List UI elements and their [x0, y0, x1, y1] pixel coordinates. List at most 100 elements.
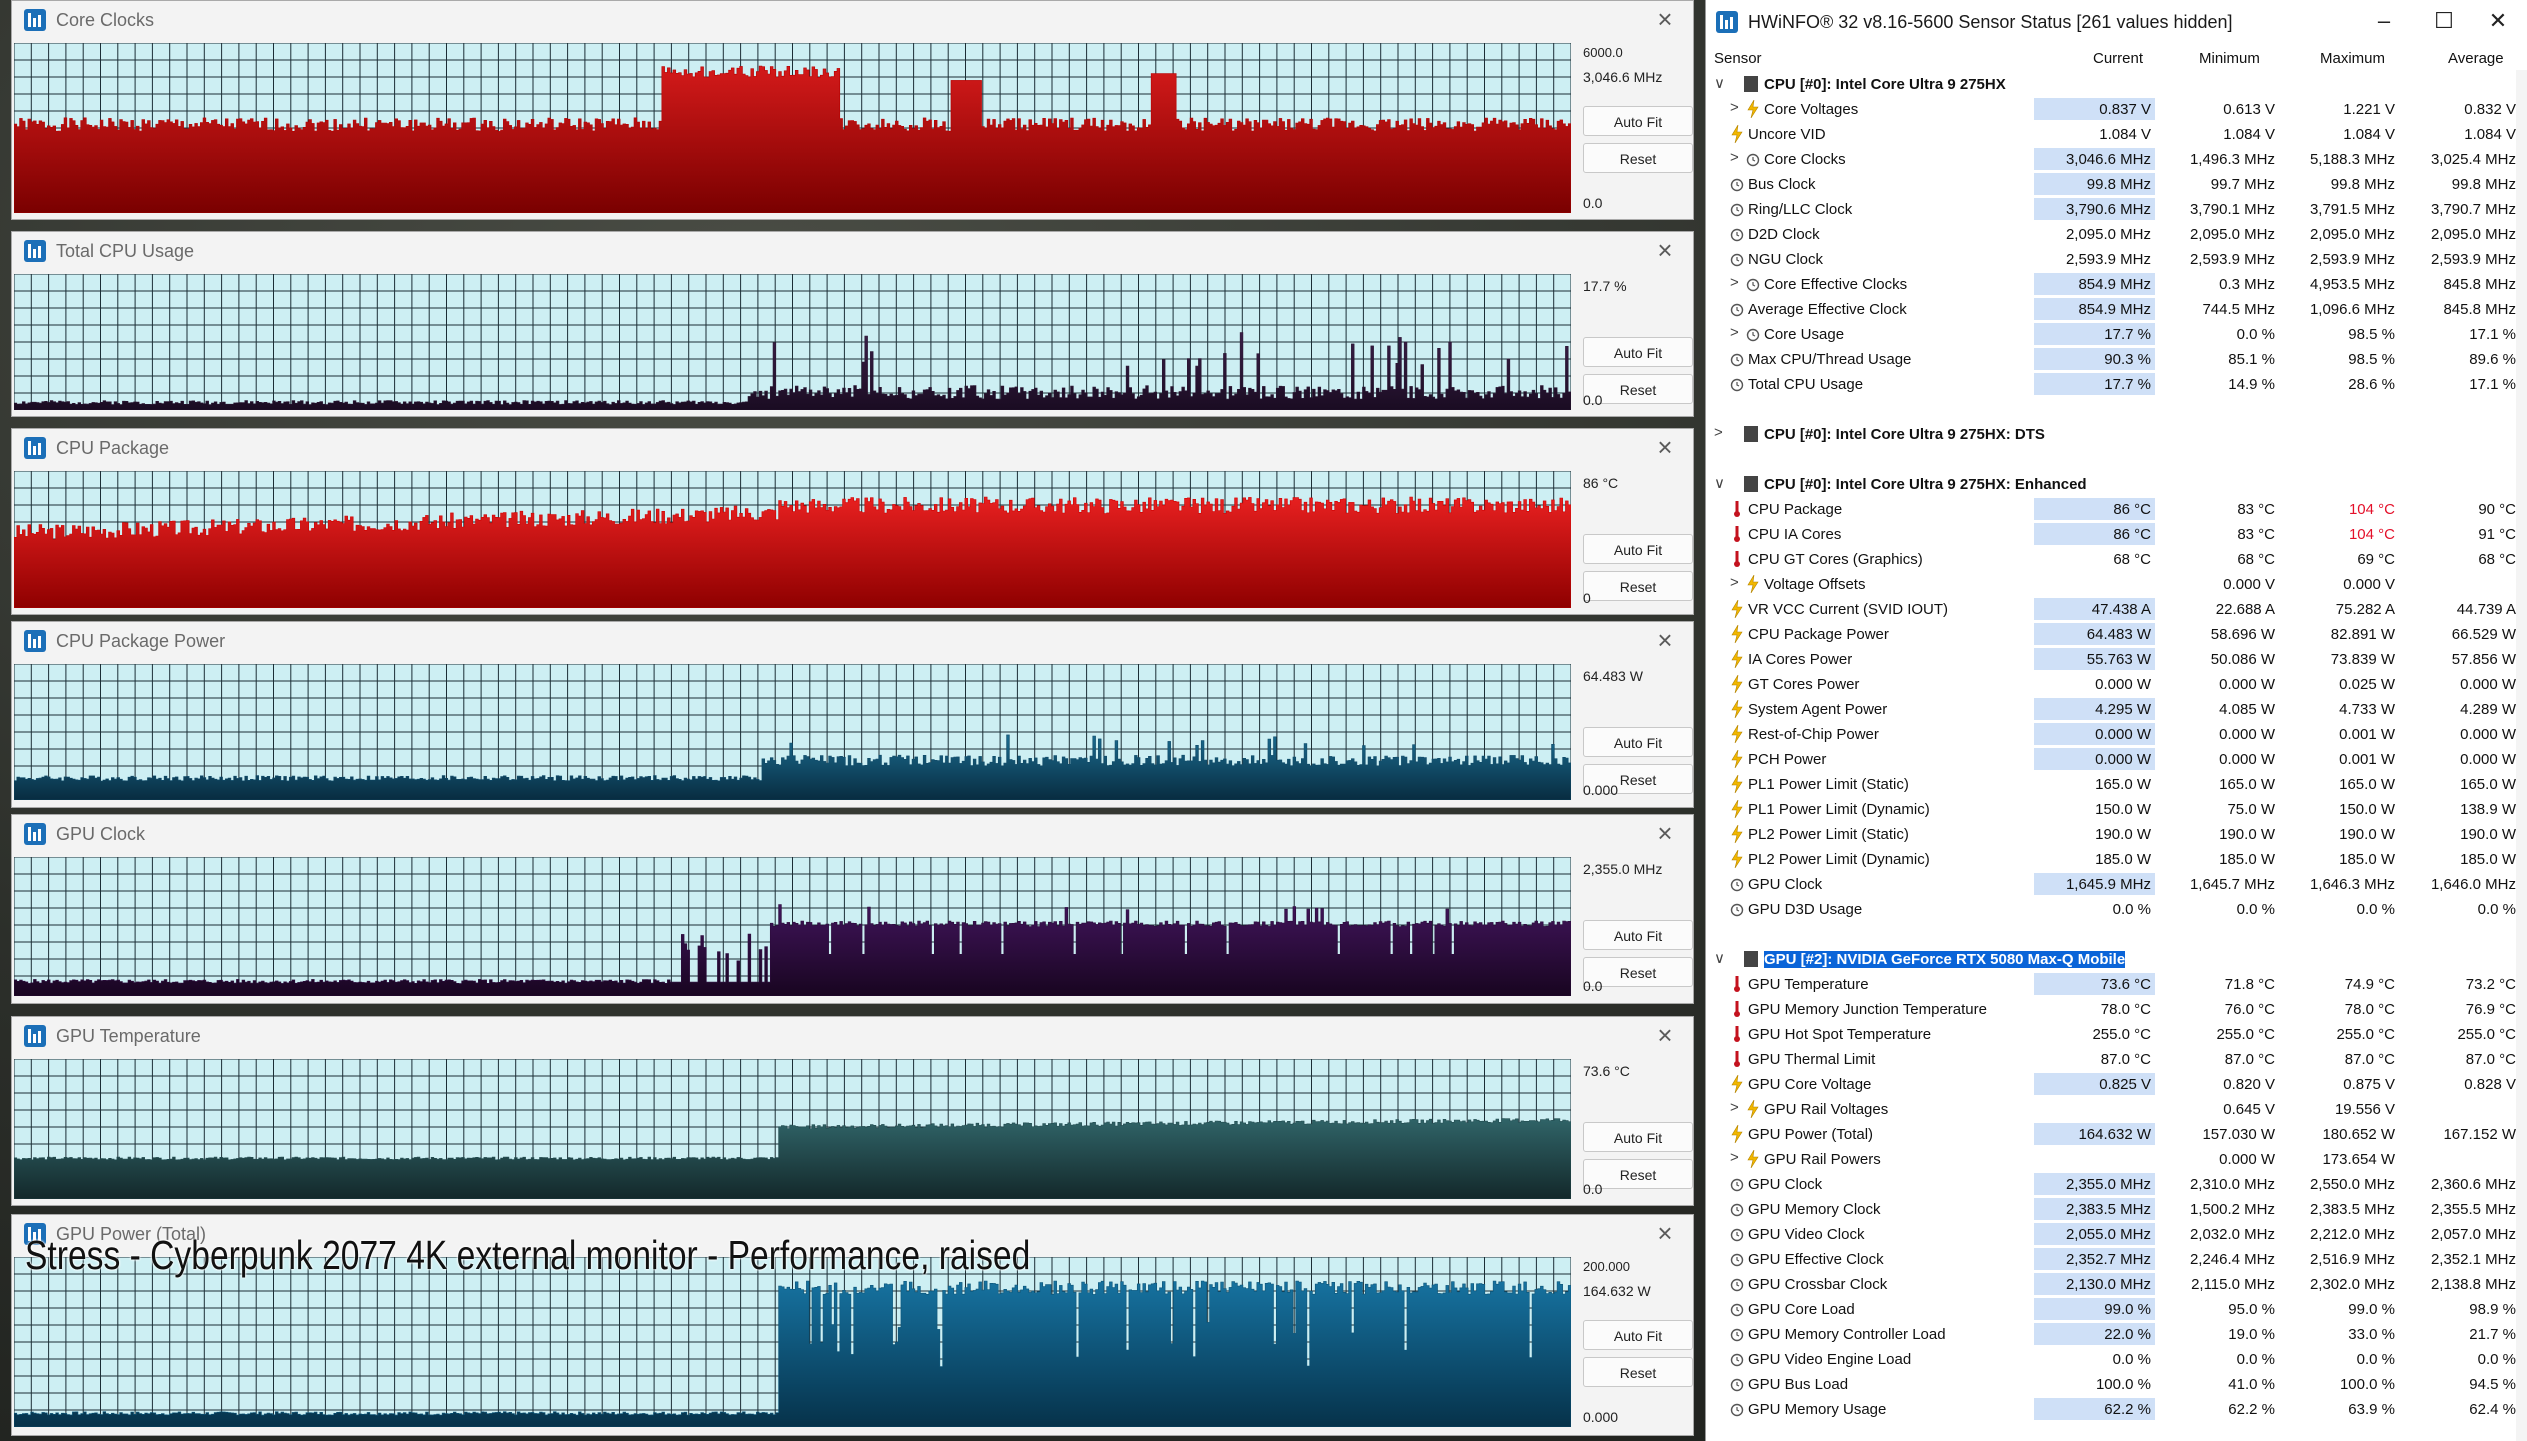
column-header-sensor[interactable]: Sensor — [1714, 50, 1762, 67]
graph-titlebar[interactable]: GPU Temperature × — [12, 1017, 1693, 1055]
sensor-row[interactable]: Bus Clock 99.8 MHz 99.7 MHz 99.8 MHz 99.8 MH… — [1706, 172, 2527, 197]
sensor-row[interactable]: GPU Memory Junction Temperature 78.0 °C 76… — [1706, 997, 2527, 1022]
sensor-row[interactable]: GPU Memory Controller Load 22.0 % 19.0 % 33… — [1706, 1322, 2527, 1347]
chevron-down-icon[interactable]: ∨ — [1714, 949, 1725, 967]
chevron-right-icon[interactable]: > — [1730, 324, 1739, 341]
sensor-row[interactable]: CPU Package Power 64.483 W 58.696 W 82.891 … — [1706, 622, 2527, 647]
sensor-row[interactable]: Max CPU/Thread Usage 90.3 % 85.1 % 98.5 % 89… — [1706, 347, 2527, 372]
sensor-row[interactable]: > GPU Rail Voltages 0.645 V 19.556 V — [1706, 1097, 2527, 1122]
close-icon[interactable]: × — [1651, 5, 1679, 33]
column-header-minimum[interactable]: Minimum — [2199, 50, 2260, 67]
chevron-right-icon[interactable]: > — [1730, 1149, 1739, 1166]
sensor-row[interactable]: > Core Effective Clocks 854.9 MHz 0.3 MHz 4,… — [1706, 272, 2527, 297]
sensor-row[interactable]: PL1 Power Limit (Static) 165.0 W 165.0 W 16… — [1706, 772, 2527, 797]
chevron-right-icon[interactable]: > — [1730, 1099, 1739, 1116]
sensor-row[interactable]: Uncore VID 1.084 V 1.084 V 1.084 V 1.084 V — [1706, 122, 2527, 147]
sensor-row[interactable]: PL2 Power Limit (Static) 190.0 W 190.0 W 19… — [1706, 822, 2527, 847]
close-icon[interactable]: × — [1651, 236, 1679, 264]
sensor-row[interactable]: > GPU Rail Powers 0.000 W 173.654 W — [1706, 1147, 2527, 1172]
sensor-row[interactable]: > Core Voltages 0.837 V 0.613 V 1.221 V 0.832… — [1706, 97, 2527, 122]
auto-fit-button[interactable]: Auto Fit — [1583, 337, 1693, 367]
average-value: 87.0 °C — [2465, 1051, 2516, 1068]
graph-titlebar[interactable]: GPU Clock × — [12, 815, 1693, 853]
sensor-row[interactable]: CPU GT Cores (Graphics) 68 °C 68 °C 69 °C 68… — [1706, 547, 2527, 572]
graph-titlebar[interactable]: Core Clocks × — [12, 1, 1693, 39]
current-value: 2,355.0 MHz — [2065, 1176, 2151, 1193]
sensor-row[interactable]: GPU Power (Total) 164.632 W 157.030 W 180.6… — [1706, 1122, 2527, 1147]
sensor-row[interactable]: PCH Power 0.000 W 0.000 W 0.001 W 0.000 W — [1706, 747, 2527, 772]
sensor-row[interactable]: GPU Thermal Limit 87.0 °C 87.0 °C 87.0 °C 87… — [1706, 1047, 2527, 1072]
sensor-group-header[interactable]: ∨ CPU [#0]: Intel Core Ultra 9 275HX — [1706, 72, 2527, 97]
sensor-row[interactable]: GPU Video Clock 2,055.0 MHz 2,032.0 MHz 2,2… — [1706, 1222, 2527, 1247]
sensor-row[interactable]: GPU Crossbar Clock 2,130.0 MHz 2,115.0 MHz… — [1706, 1272, 2527, 1297]
close-icon[interactable]: × — [1651, 1219, 1679, 1247]
auto-fit-button[interactable]: Auto Fit — [1583, 727, 1693, 757]
sensor-row[interactable]: Average Effective Clock 854.9 MHz 744.5 MH… — [1706, 297, 2527, 322]
sensor-row[interactable]: > Core Clocks 3,046.6 MHz 1,496.3 MHz 5,188.… — [1706, 147, 2527, 172]
graph-plot — [14, 664, 1571, 800]
close-icon[interactable]: ✕ — [2478, 8, 2518, 34]
sensor-row[interactable]: GPU Core Load 99.0 % 95.0 % 99.0 % 98.9 % — [1706, 1297, 2527, 1322]
auto-fit-button[interactable]: Auto Fit — [1583, 106, 1693, 136]
sensor-group-header[interactable]: ∨ GPU [#2]: NVIDIA GeForce RTX 5080 Max-… — [1706, 947, 2527, 972]
sensor-row[interactable]: GPU Hot Spot Temperature 255.0 °C 255.0 °C… — [1706, 1022, 2527, 1047]
sensor-row[interactable]: GPU Video Engine Load 0.0 % 0.0 % 0.0 % 0.0 … — [1706, 1347, 2527, 1372]
sensor-row[interactable]: CPU Package 86 °C 83 °C 104 °C 90 °C — [1706, 497, 2527, 522]
column-header-current[interactable]: Current — [2093, 50, 2143, 67]
close-icon[interactable]: × — [1651, 433, 1679, 461]
sensor-window-titlebar[interactable]: HWiNFO® 32 v8.16-5600 Sensor Status [261… — [1706, 0, 2527, 44]
sensor-group-header[interactable]: ∨ CPU [#0]: Intel Core Ultra 9 275HX: En… — [1706, 472, 2527, 497]
chevron-right-icon[interactable]: > — [1730, 574, 1739, 591]
column-header-average[interactable]: Average — [2448, 50, 2504, 67]
sensor-row[interactable]: D2D Clock 2,095.0 MHz 2,095.0 MHz 2,095.0 M… — [1706, 222, 2527, 247]
maximize-icon[interactable]: ☐ — [2424, 8, 2464, 34]
maximum-value: 98.5 % — [2348, 351, 2395, 368]
sensor-row[interactable]: GPU Temperature 73.6 °C 71.8 °C 74.9 °C 73.2… — [1706, 972, 2527, 997]
auto-fit-button[interactable]: Auto Fit — [1583, 1320, 1693, 1350]
sensor-row[interactable]: PL2 Power Limit (Dynamic) 185.0 W 185.0 W 1… — [1706, 847, 2527, 872]
sensor-row[interactable]: > Core Usage 17.7 % 0.0 % 98.5 % 17.1 % — [1706, 322, 2527, 347]
sensor-row[interactable]: GPU Bus Load 100.0 % 41.0 % 100.0 % 94.5 % — [1706, 1372, 2527, 1397]
chevron-down-icon[interactable]: ∨ — [1714, 74, 1725, 92]
sensor-row[interactable]: GPU Core Voltage 0.825 V 0.820 V 0.875 V 0.8… — [1706, 1072, 2527, 1097]
column-header-maximum[interactable]: Maximum — [2320, 50, 2385, 67]
sensor-row[interactable]: GPU Clock 2,355.0 MHz 2,310.0 MHz 2,550.0 M… — [1706, 1172, 2527, 1197]
minimize-icon[interactable]: – — [2364, 8, 2404, 34]
chevron-right-icon[interactable]: > — [1714, 424, 1723, 441]
close-icon[interactable]: × — [1651, 1021, 1679, 1049]
auto-fit-button[interactable]: Auto Fit — [1583, 1122, 1693, 1152]
sensor-row[interactable]: GPU Clock 1,645.9 MHz 1,645.7 MHz 1,646.3 M… — [1706, 872, 2527, 897]
sensor-row[interactable]: > Voltage Offsets 0.000 V 0.000 V — [1706, 572, 2527, 597]
graph-titlebar[interactable]: CPU Package × — [12, 429, 1693, 467]
reset-button[interactable]: Reset — [1583, 571, 1693, 601]
reset-button[interactable]: Reset — [1583, 1357, 1693, 1387]
sensor-row[interactable]: GPU Memory Clock 2,383.5 MHz 1,500.2 MHz 2,… — [1706, 1197, 2527, 1222]
sensor-row[interactable]: GPU Memory Usage 62.2 % 62.2 % 63.9 % 62.4 % — [1706, 1397, 2527, 1422]
chevron-right-icon[interactable]: > — [1730, 149, 1739, 166]
sensor-row[interactable]: GPU Effective Clock 2,352.7 MHz 2,246.4 MH… — [1706, 1247, 2527, 1272]
sensor-row[interactable]: IA Cores Power 55.763 W 50.086 W 73.839 W 57… — [1706, 647, 2527, 672]
reset-button[interactable]: Reset — [1583, 143, 1693, 173]
close-icon[interactable]: × — [1651, 819, 1679, 847]
graph-window-0: Core Clocks × 6000.0 3,046.6 MHz Auto Fi… — [11, 0, 1694, 220]
sensor-row[interactable]: GT Cores Power 0.000 W 0.000 W 0.025 W 0.000… — [1706, 672, 2527, 697]
sensor-row[interactable]: PL1 Power Limit (Dynamic) 150.0 W 75.0 W 15… — [1706, 797, 2527, 822]
graph-titlebar[interactable]: Total CPU Usage × — [12, 232, 1693, 270]
vertical-scrollbar[interactable] — [2516, 70, 2527, 1441]
sensor-row[interactable]: CPU IA Cores 86 °C 83 °C 104 °C 91 °C — [1706, 522, 2527, 547]
sensor-row[interactable]: Rest-of-Chip Power 0.000 W 0.000 W 0.001 W 0… — [1706, 722, 2527, 747]
sensor-row[interactable]: NGU Clock 2,593.9 MHz 2,593.9 MHz 2,593.9 M… — [1706, 247, 2527, 272]
sensor-row[interactable]: Total CPU Usage 17.7 % 14.9 % 28.6 % 17.1 % — [1706, 372, 2527, 397]
close-icon[interactable]: × — [1651, 626, 1679, 654]
sensor-group-header[interactable]: > CPU [#0]: Intel Core Ultra 9 275HX: DT… — [1706, 422, 2527, 447]
chevron-right-icon[interactable]: > — [1730, 99, 1739, 116]
chevron-right-icon[interactable]: > — [1730, 274, 1739, 291]
sensor-row[interactable]: Ring/LLC Clock 3,790.6 MHz 3,790.1 MHz 3,79… — [1706, 197, 2527, 222]
auto-fit-button[interactable]: Auto Fit — [1583, 534, 1693, 564]
chevron-down-icon[interactable]: ∨ — [1714, 474, 1725, 492]
sensor-row[interactable]: GPU D3D Usage 0.0 % 0.0 % 0.0 % 0.0 % — [1706, 897, 2527, 922]
sensor-row[interactable]: VR VCC Current (SVID IOUT) 47.438 A 22.688… — [1706, 597, 2527, 622]
auto-fit-button[interactable]: Auto Fit — [1583, 920, 1693, 950]
graph-titlebar[interactable]: CPU Package Power × — [12, 622, 1693, 660]
sensor-row[interactable]: System Agent Power 4.295 W 4.085 W 4.733 W 4… — [1706, 697, 2527, 722]
